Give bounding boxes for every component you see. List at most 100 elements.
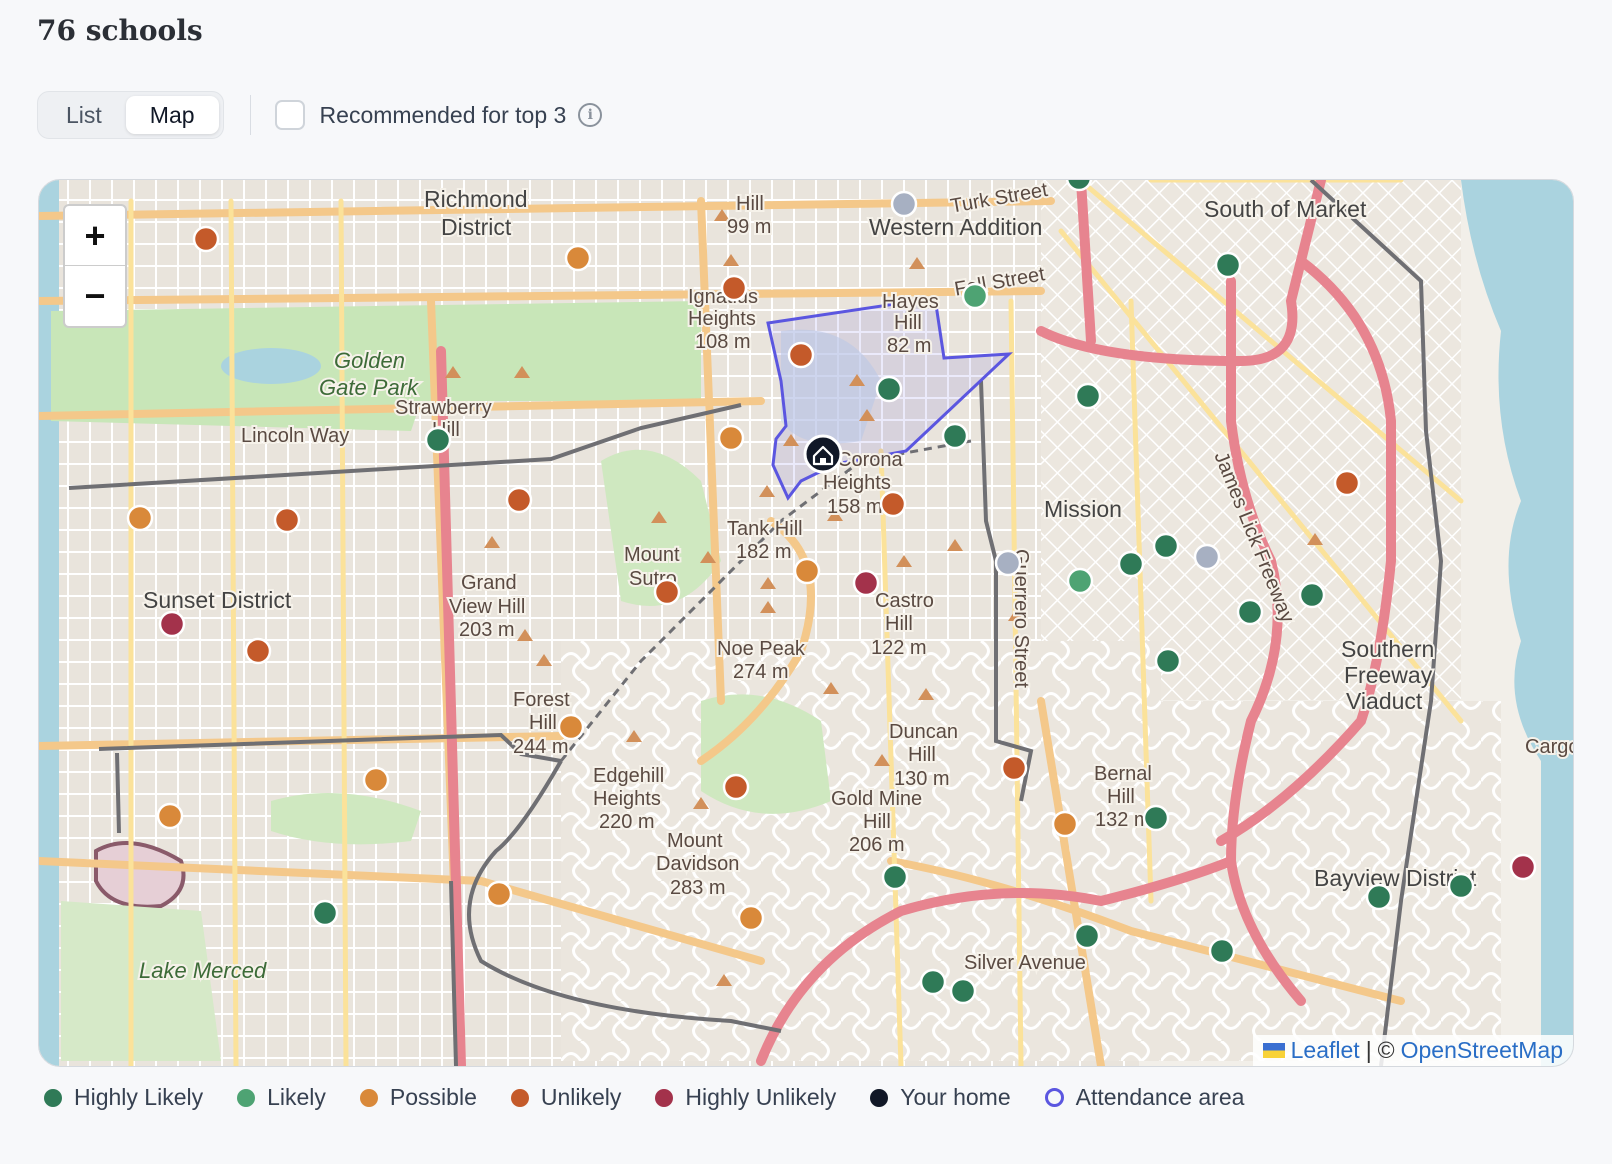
school-marker[interactable] [890,190,918,218]
school-marker[interactable] [941,422,969,450]
map-view-button[interactable]: Map [125,96,219,134]
school-marker[interactable] [557,713,585,741]
legend-swatch [870,1088,889,1107]
map-label: Golden [334,348,405,373]
school-marker[interactable] [424,426,452,454]
map-label: Hill [1107,786,1135,808]
openstreetmap-link[interactable]: OpenStreetMap [1401,1037,1563,1064]
recommended-checkbox[interactable] [274,100,305,130]
school-marker[interactable] [505,486,533,514]
map-label: 220 m [599,811,655,833]
school-marker[interactable] [1066,567,1094,595]
map-label: Davidson [656,853,739,875]
list-view-button[interactable]: List [42,96,126,134]
map-label: 158 m [827,496,883,518]
school-marker[interactable] [158,610,186,638]
school-marker[interactable] [1447,872,1475,900]
recommended-label[interactable]: Recommended for top 3 [320,102,567,129]
map-label: 182 m [736,541,792,563]
legend-item: Likely [237,1084,326,1111]
school-marker[interactable] [717,424,745,452]
toolbar: List Map Recommended for top 3 i [37,86,603,144]
school-marker[interactable] [362,766,390,794]
school-marker[interactable] [1333,469,1361,497]
school-marker[interactable] [273,506,301,534]
legend-item: Highly Likely [44,1084,203,1111]
school-marker[interactable] [1193,543,1221,571]
copyright-symbol: © [1377,1037,1395,1063]
school-marker[interactable] [1117,550,1145,578]
school-marker[interactable] [1214,251,1242,279]
school-marker[interactable] [485,880,513,908]
school-marker[interactable] [961,282,989,310]
map-label: Corona [837,449,903,471]
school-marker[interactable] [787,341,815,369]
school-marker[interactable] [1236,598,1264,626]
school-marker[interactable] [1509,853,1537,881]
map-label: View Hill [449,596,525,618]
school-marker[interactable] [1365,883,1393,911]
school-marker[interactable] [919,968,947,996]
school-marker[interactable] [1051,810,1079,838]
map-label: Hill [894,312,922,334]
school-marker[interactable] [1000,754,1028,782]
school-marker[interactable] [720,274,748,302]
map-label: Silver Avenue [964,952,1086,974]
school-marker[interactable] [994,549,1022,577]
school-marker[interactable] [1142,804,1170,832]
school-marker[interactable] [879,490,907,518]
legend-swatch [1044,1088,1064,1107]
map-label: Freeway [1344,662,1433,688]
map-label: Mount [667,830,723,852]
map-label: 99 m [727,216,771,238]
school-marker[interactable] [126,504,154,532]
map-label: Lake Merced [139,958,267,983]
legend-label: Your home [900,1084,1011,1110]
zoom-control: + − [63,204,127,328]
school-marker[interactable] [949,977,977,1005]
school-marker[interactable] [653,578,681,606]
school-marker[interactable] [1154,647,1182,675]
zoom-in-button[interactable]: + [65,206,125,266]
map-label: Hill [885,613,913,635]
legend-item: Attendance area [1044,1084,1244,1111]
zoom-out-button[interactable]: − [65,266,125,325]
school-marker[interactable] [192,225,220,253]
map-label: Gold Mine [831,788,922,810]
map-label: Mission [1044,496,1122,522]
school-marker[interactable] [737,904,765,932]
school-marker[interactable] [1065,180,1093,192]
school-marker[interactable] [1074,382,1102,410]
school-marker[interactable] [722,773,750,801]
map-label: Edgehill [593,765,664,787]
legend-item: Unlikely [510,1084,621,1111]
school-marker[interactable] [564,244,592,272]
map-label: 203 m [459,619,515,641]
school-marker[interactable] [1208,937,1236,965]
map-label: Viaduct [1346,688,1423,714]
map-label: Forest [513,689,570,711]
map-label: Grand [461,572,517,594]
map-label: Noe Peak [717,638,806,660]
legend-item: Possible [359,1084,477,1111]
school-marker[interactable] [1152,532,1180,560]
map-label: Western Addition [869,214,1042,240]
map-overlay: RichmondDistrict South of Market Western A… [126,180,1573,1005]
school-marker[interactable] [1298,581,1326,609]
school-marker[interactable] [311,899,339,927]
school-marker[interactable] [852,569,880,597]
info-icon[interactable]: i [578,103,603,127]
school-map[interactable]: Richmond District South of Market Western A… [38,179,1574,1067]
legend-swatch [655,1088,674,1107]
map-label: 206 m [849,834,905,856]
school-marker[interactable] [881,863,909,891]
school-marker[interactable] [875,375,903,403]
map-label: Heights [823,472,891,494]
school-marker[interactable] [1073,922,1101,950]
school-marker[interactable] [793,557,821,585]
school-marker[interactable] [244,637,272,665]
school-marker[interactable] [156,802,184,830]
leaflet-link[interactable]: Leaflet [1291,1037,1360,1064]
home-marker[interactable] [803,434,843,474]
legend-item: Your home [870,1084,1011,1111]
